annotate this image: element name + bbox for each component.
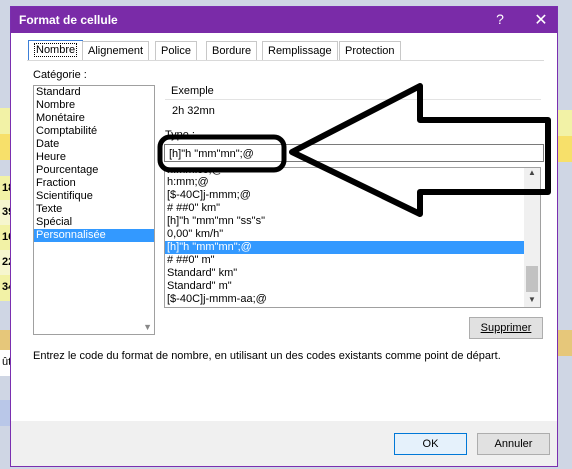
type-input[interactable]: [h]"h "mm"mn";@ <box>164 144 544 162</box>
scroll-thumb[interactable] <box>526 266 538 292</box>
title-bar[interactable]: Format de cellule ? ✕ <box>11 7 557 33</box>
tab-police[interactable]: Police <box>155 41 197 61</box>
scroll-down-icon[interactable]: ▼ <box>524 295 540 307</box>
dialog-footer <box>11 421 557 466</box>
type-item[interactable]: # ##0" m" <box>165 254 540 267</box>
sample-box <box>165 99 541 125</box>
category-item[interactable]: Spécial <box>34 216 154 229</box>
scroll-up-icon[interactable]: ▲ <box>524 168 540 180</box>
tab-bordure[interactable]: Bordure <box>206 41 258 61</box>
ok-button[interactable]: OK <box>394 433 467 455</box>
category-item[interactable]: Scientifique <box>34 190 154 203</box>
category-item-selected[interactable]: Personnalisée <box>34 229 154 242</box>
type-item[interactable]: [$-40C]j-mmm-aa;@ <box>165 293 540 306</box>
type-item[interactable]: [$-40C]j-mmm;@ <box>165 189 540 202</box>
delete-button-label: Supprimer <box>480 322 532 334</box>
category-item[interactable]: Nombre <box>34 99 154 112</box>
type-item[interactable]: [h]"h "mm"mn "ss"s" <box>165 215 540 228</box>
cancel-button[interactable]: Annuler <box>477 433 550 455</box>
category-item[interactable]: Comptabilité <box>34 125 154 138</box>
type-scrollbar[interactable]: ▲ ▼ <box>524 168 540 307</box>
tab-protection[interactable]: Protection <box>339 41 401 61</box>
category-item[interactable]: Date <box>34 138 154 151</box>
tab-remplissage[interactable]: Remplissage <box>262 41 338 61</box>
category-item[interactable]: Heure <box>34 151 154 164</box>
category-item[interactable]: Texte <box>34 203 154 216</box>
type-item[interactable]: Standard" km" <box>165 267 540 280</box>
category-item[interactable]: Standard <box>34 86 154 99</box>
type-list[interactable]: h:mm:ss;@ h:mm;@ [$-40C]j-mmm;@ # ##0" k… <box>164 167 541 308</box>
background-cell <box>558 136 572 162</box>
category-item[interactable]: Monétaire <box>34 112 154 125</box>
tab-nombre[interactable]: Nombre <box>28 40 84 60</box>
dialog-title: Format de cellule <box>19 13 118 27</box>
type-item[interactable]: 0,00" km/h" <box>165 228 540 241</box>
type-item[interactable]: Standard" m" <box>165 280 540 293</box>
close-icon[interactable]: ✕ <box>531 10 551 30</box>
delete-button[interactable]: Supprimer <box>469 317 543 339</box>
tab-label: Nombre <box>34 43 78 57</box>
description-text: Entrez le code du format de nombre, en u… <box>33 350 501 362</box>
type-item-selected[interactable]: [h]"h "mm"mn";@ <box>165 241 540 254</box>
type-item[interactable]: # ##0" km" <box>165 202 540 215</box>
category-label: Catégorie : <box>33 69 87 81</box>
tab-alignement[interactable]: Alignement <box>82 41 150 61</box>
background-cell <box>558 330 572 356</box>
chevron-down-icon[interactable]: ▼ <box>143 322 152 332</box>
category-list[interactable]: Standard Nombre Monétaire Comptabilité D… <box>33 85 155 335</box>
type-item[interactable]: h:mm;@ <box>165 176 540 189</box>
category-item[interactable]: Pourcentage <box>34 164 154 177</box>
sample-value: 2h 32mn <box>172 105 215 117</box>
help-icon[interactable]: ? <box>491 11 509 29</box>
background-cell <box>558 110 572 136</box>
type-item[interactable]: h:mm:ss;@ <box>165 168 540 176</box>
category-item[interactable]: Fraction <box>34 177 154 190</box>
sample-label: Exemple <box>171 85 214 97</box>
type-label: Type : <box>165 129 195 141</box>
